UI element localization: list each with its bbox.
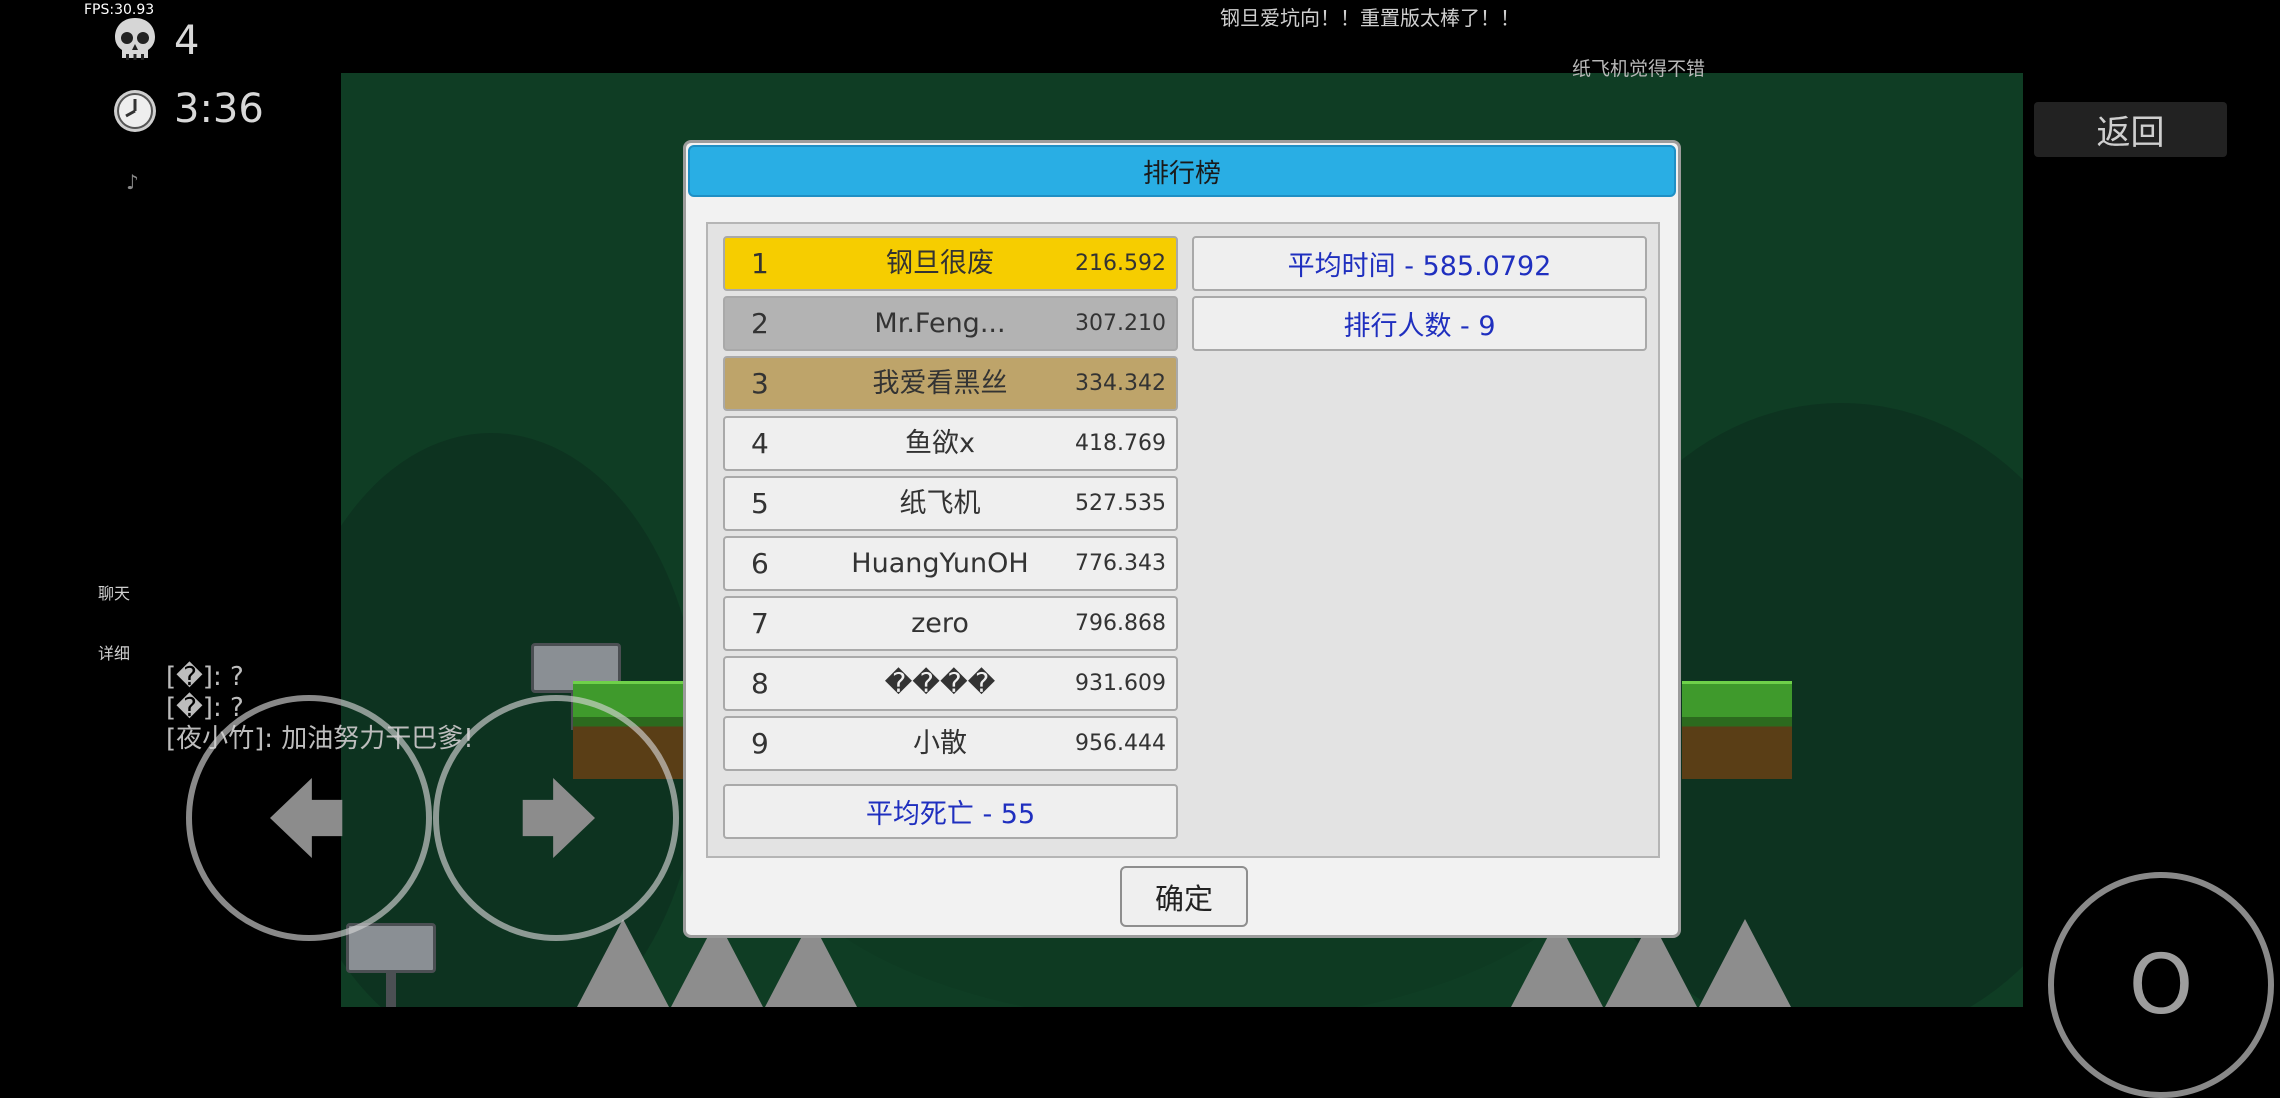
spike-hazard bbox=[1699, 919, 1791, 1007]
ranked-player-count: 排行人数 - 9 bbox=[1192, 296, 1647, 351]
row-player-name: Mr.Feng... bbox=[874, 308, 1006, 339]
leaderboard-row: 8 ���� 931.609 bbox=[723, 656, 1178, 711]
leaderboard-row: 4 鱼欲x 418.769 bbox=[723, 416, 1178, 471]
chat-button[interactable]: 聊天 bbox=[98, 580, 130, 604]
skull-icon bbox=[115, 18, 155, 60]
leaderboard-row: 7 zero 796.868 bbox=[723, 596, 1178, 651]
leaderboard-row: 1 钢旦很废 216.592 bbox=[723, 236, 1178, 291]
leaderboard-row: 9 小散 956.444 bbox=[723, 716, 1178, 771]
jump-button[interactable]: O bbox=[2048, 872, 2274, 1098]
leaderboard-panel: 1 钢旦很废 216.592 2 Mr.Feng... 307.210 3 我爱… bbox=[706, 222, 1660, 858]
confirm-button[interactable]: 确定 bbox=[1120, 866, 1248, 927]
row-rank: 7 bbox=[751, 607, 769, 640]
average-time: 平均时间 - 585.0792 bbox=[1192, 236, 1647, 291]
row-player-name: 钢旦很废 bbox=[886, 248, 994, 279]
row-score: 527.535 bbox=[1075, 491, 1166, 516]
row-score: 418.769 bbox=[1075, 431, 1166, 456]
death-count: 4 bbox=[174, 18, 200, 64]
detail-button[interactable]: 详细 bbox=[98, 640, 130, 664]
row-player-name: 纸飞机 bbox=[899, 488, 981, 519]
chat-message: [�]: ? bbox=[166, 662, 244, 692]
dialog-title: 排行榜 bbox=[688, 145, 1676, 197]
scrolling-message: 纸飞机觉得不错 bbox=[1572, 58, 1706, 80]
row-player-name: ���� bbox=[884, 668, 996, 699]
row-score: 956.444 bbox=[1075, 731, 1166, 756]
music-note-icon[interactable]: ♪ bbox=[126, 170, 139, 194]
clock-icon bbox=[114, 90, 156, 132]
average-deaths: 平均死亡 - 55 bbox=[723, 784, 1178, 839]
row-player-name: 鱼欲x bbox=[905, 428, 975, 459]
row-score: 796.868 bbox=[1075, 611, 1166, 636]
row-rank: 6 bbox=[751, 547, 769, 580]
row-score: 307.210 bbox=[1075, 311, 1166, 336]
arrow-left-icon bbox=[270, 778, 343, 858]
leaderboard-row: 3 我爱看黑丝 334.342 bbox=[723, 356, 1178, 411]
row-player-name: 我爱看黑丝 bbox=[872, 368, 1008, 399]
row-rank: 1 bbox=[751, 247, 769, 280]
row-score: 931.609 bbox=[1075, 671, 1166, 696]
grass-platform bbox=[1682, 681, 1792, 779]
row-score: 776.343 bbox=[1075, 551, 1166, 576]
row-rank: 2 bbox=[751, 307, 769, 340]
back-button[interactable]: 返回 bbox=[2034, 102, 2227, 157]
row-rank: 3 bbox=[751, 367, 769, 400]
leaderboard-dialog: 排行榜 1 钢旦很废 216.592 2 Mr.Feng... 307.210 … bbox=[683, 140, 1681, 938]
scrolling-message: 钢旦爱坑向！！重置版太棒了！！ bbox=[1220, 6, 1520, 30]
row-player-name: 小散 bbox=[913, 728, 967, 759]
leaderboard-row: 5 纸飞机 527.535 bbox=[723, 476, 1178, 531]
row-score: 334.342 bbox=[1075, 371, 1166, 396]
row-score: 216.592 bbox=[1075, 251, 1166, 276]
move-right-button[interactable] bbox=[433, 695, 679, 941]
move-left-button[interactable] bbox=[186, 695, 432, 941]
row-rank: 5 bbox=[751, 487, 769, 520]
row-rank: 9 bbox=[751, 727, 769, 760]
row-rank: 4 bbox=[751, 427, 769, 460]
elapsed-time: 3:36 bbox=[174, 86, 264, 132]
leaderboard-row: 6 HuangYunOH 776.343 bbox=[723, 536, 1178, 591]
row-player-name: zero bbox=[911, 608, 969, 639]
arrow-right-icon bbox=[522, 778, 595, 858]
row-player-name: HuangYunOH bbox=[851, 548, 1029, 579]
row-rank: 8 bbox=[751, 667, 769, 700]
leaderboard-row: 2 Mr.Feng... 307.210 bbox=[723, 296, 1178, 351]
